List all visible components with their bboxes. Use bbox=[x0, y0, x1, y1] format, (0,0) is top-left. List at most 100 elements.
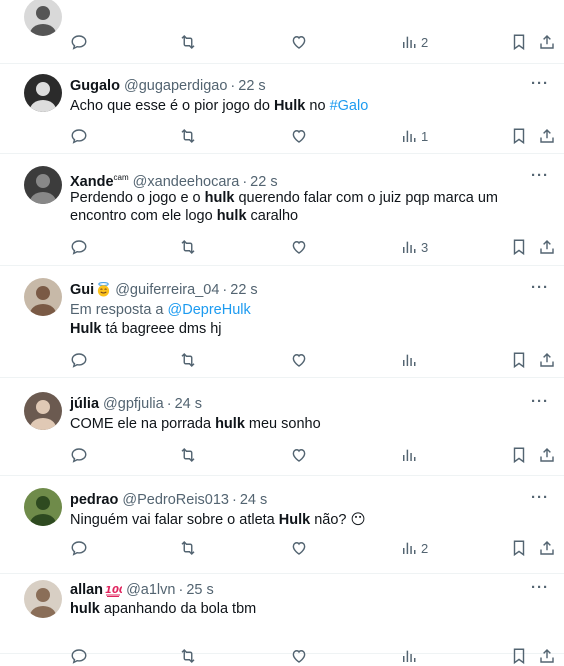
display-name[interactable]: júlia bbox=[70, 396, 99, 412]
retweet-button[interactable] bbox=[178, 237, 202, 257]
views-button[interactable] bbox=[401, 646, 421, 666]
like-button[interactable] bbox=[290, 237, 312, 257]
share-button[interactable] bbox=[538, 445, 556, 465]
like-button[interactable] bbox=[290, 32, 312, 52]
views-button[interactable]: 2 bbox=[401, 538, 428, 558]
timestamp[interactable]: 22 s bbox=[250, 174, 277, 190]
display-name[interactable]: pedrao bbox=[70, 492, 118, 508]
share-button[interactable] bbox=[538, 32, 556, 52]
like-button[interactable] bbox=[290, 538, 312, 558]
tweet[interactable]: júlia @gpfjulia · 24 s ··· COME ele na porra… bbox=[0, 378, 564, 476]
timestamp[interactable]: 25 s bbox=[186, 582, 213, 598]
tweet-actions: 3 bbox=[70, 237, 558, 257]
handle[interactable]: @guiferreira_04 bbox=[115, 282, 219, 298]
share-button[interactable] bbox=[538, 350, 556, 370]
tweet-text: COME ele na porrada hulk meu sonho bbox=[70, 416, 321, 432]
timestamp[interactable]: 22 s bbox=[238, 78, 265, 94]
more-icon[interactable]: ··· bbox=[530, 580, 550, 601]
like-button[interactable] bbox=[290, 646, 312, 666]
tweet-text: hulk apanhando da bola tbm bbox=[70, 601, 257, 617]
reply-button[interactable] bbox=[70, 445, 92, 465]
like-button[interactable] bbox=[290, 445, 312, 465]
retweet-button[interactable] bbox=[178, 32, 202, 52]
bookmark-button[interactable] bbox=[510, 350, 528, 370]
tweet[interactable]: Hulk tá jogando porra nenhuma e fica cau… bbox=[0, 0, 564, 64]
display-name[interactable]: Gugalo bbox=[70, 78, 120, 94]
views-button[interactable] bbox=[401, 445, 421, 465]
avatar[interactable] bbox=[24, 580, 62, 618]
bookmark-button[interactable] bbox=[510, 126, 528, 146]
tweet-text: Perdendo o jogo e o hulk querendo falar … bbox=[70, 190, 499, 224]
avatar[interactable] bbox=[24, 488, 62, 526]
handle[interactable]: @xandeehocara bbox=[133, 174, 240, 190]
heart-icon bbox=[290, 127, 308, 145]
views-button[interactable]: 1 bbox=[401, 126, 428, 146]
avatar[interactable] bbox=[24, 278, 62, 316]
tweet[interactable]: Gui @guiferreira_04 · 22 s ··· Em resposta a… bbox=[0, 266, 564, 378]
retweet-button[interactable] bbox=[178, 646, 202, 666]
reply-button[interactable] bbox=[70, 32, 92, 52]
like-button[interactable] bbox=[290, 126, 312, 146]
views-button[interactable]: 2 bbox=[401, 32, 428, 52]
more-icon[interactable]: ··· bbox=[530, 280, 550, 301]
reply-button[interactable] bbox=[70, 126, 92, 146]
handle[interactable]: @PedroReis013 bbox=[122, 492, 229, 508]
display-name[interactable]: Gui bbox=[70, 282, 94, 298]
retweet-button[interactable] bbox=[178, 445, 202, 465]
timestamp[interactable]: 24 s bbox=[175, 396, 202, 412]
bookmark-button[interactable] bbox=[510, 646, 528, 666]
views-count: 1 bbox=[421, 128, 429, 144]
tweet[interactable]: pedrao @PedroReis013 · 24 s ··· Ninguém vai … bbox=[0, 476, 564, 574]
share-button[interactable] bbox=[538, 237, 556, 257]
display-name[interactable]: allan bbox=[70, 582, 103, 598]
heart-icon bbox=[290, 238, 308, 256]
avatar[interactable] bbox=[24, 392, 62, 430]
reply-prefix: Em resposta a bbox=[70, 302, 168, 318]
reply-icon bbox=[70, 238, 88, 256]
separator-dot: · bbox=[232, 492, 237, 508]
separator-dot: · bbox=[178, 582, 184, 598]
avatar[interactable] bbox=[24, 0, 62, 36]
tweet[interactable]: Xandecam @xandeehocara · 22 s ··· Perdendo o… bbox=[0, 154, 564, 266]
timestamp[interactable]: 22 s bbox=[230, 282, 257, 298]
share-icon bbox=[538, 33, 556, 51]
bookmark-button[interactable] bbox=[510, 445, 528, 465]
retweet-button[interactable] bbox=[178, 538, 202, 558]
share-button[interactable] bbox=[538, 538, 556, 558]
bookmark-button[interactable] bbox=[510, 32, 528, 52]
more-icon[interactable]: ··· bbox=[530, 168, 550, 189]
retweet-button[interactable] bbox=[178, 350, 202, 370]
handle[interactable]: @a1lvn bbox=[126, 582, 175, 598]
share-button[interactable] bbox=[538, 126, 556, 146]
heart-icon bbox=[290, 446, 308, 464]
tweet[interactable]: allan100 @a1lvn·25 s ··· hulk apanhando da… bbox=[0, 574, 564, 665]
reply-target-link[interactable]: @DepreHulk bbox=[168, 302, 251, 318]
reply-button[interactable] bbox=[70, 237, 92, 257]
reply-button[interactable] bbox=[70, 646, 92, 666]
bookmark-icon bbox=[510, 647, 528, 665]
bookmark-button[interactable] bbox=[510, 237, 528, 257]
bookmark-button[interactable] bbox=[510, 538, 528, 558]
views-count: 2 bbox=[421, 540, 429, 556]
display-name[interactable]: Xande bbox=[70, 174, 114, 190]
like-button[interactable] bbox=[290, 350, 312, 370]
avatar[interactable] bbox=[24, 74, 62, 112]
retweet-icon bbox=[178, 446, 198, 464]
more-icon[interactable]: ··· bbox=[530, 490, 550, 511]
views-button[interactable]: 3 bbox=[401, 237, 428, 257]
reply-button[interactable] bbox=[70, 350, 92, 370]
views-button[interactable] bbox=[401, 350, 421, 370]
handle[interactable]: @gugaperdigao bbox=[124, 78, 227, 94]
separator-dot: · bbox=[222, 282, 228, 298]
more-icon[interactable]: ··· bbox=[530, 394, 550, 415]
bookmark-icon bbox=[510, 238, 528, 256]
avatar[interactable] bbox=[24, 166, 62, 204]
tweet[interactable]: Gugalo @gugaperdigao · 22 s ··· Acho que ess… bbox=[0, 64, 564, 154]
svg-text:100: 100 bbox=[105, 585, 122, 596]
timestamp[interactable]: 24 s bbox=[240, 492, 267, 508]
share-button[interactable] bbox=[538, 646, 556, 666]
retweet-button[interactable] bbox=[178, 126, 202, 146]
more-icon[interactable]: ··· bbox=[530, 76, 550, 97]
handle[interactable]: @gpfjulia bbox=[103, 396, 164, 412]
reply-button[interactable] bbox=[70, 538, 92, 558]
